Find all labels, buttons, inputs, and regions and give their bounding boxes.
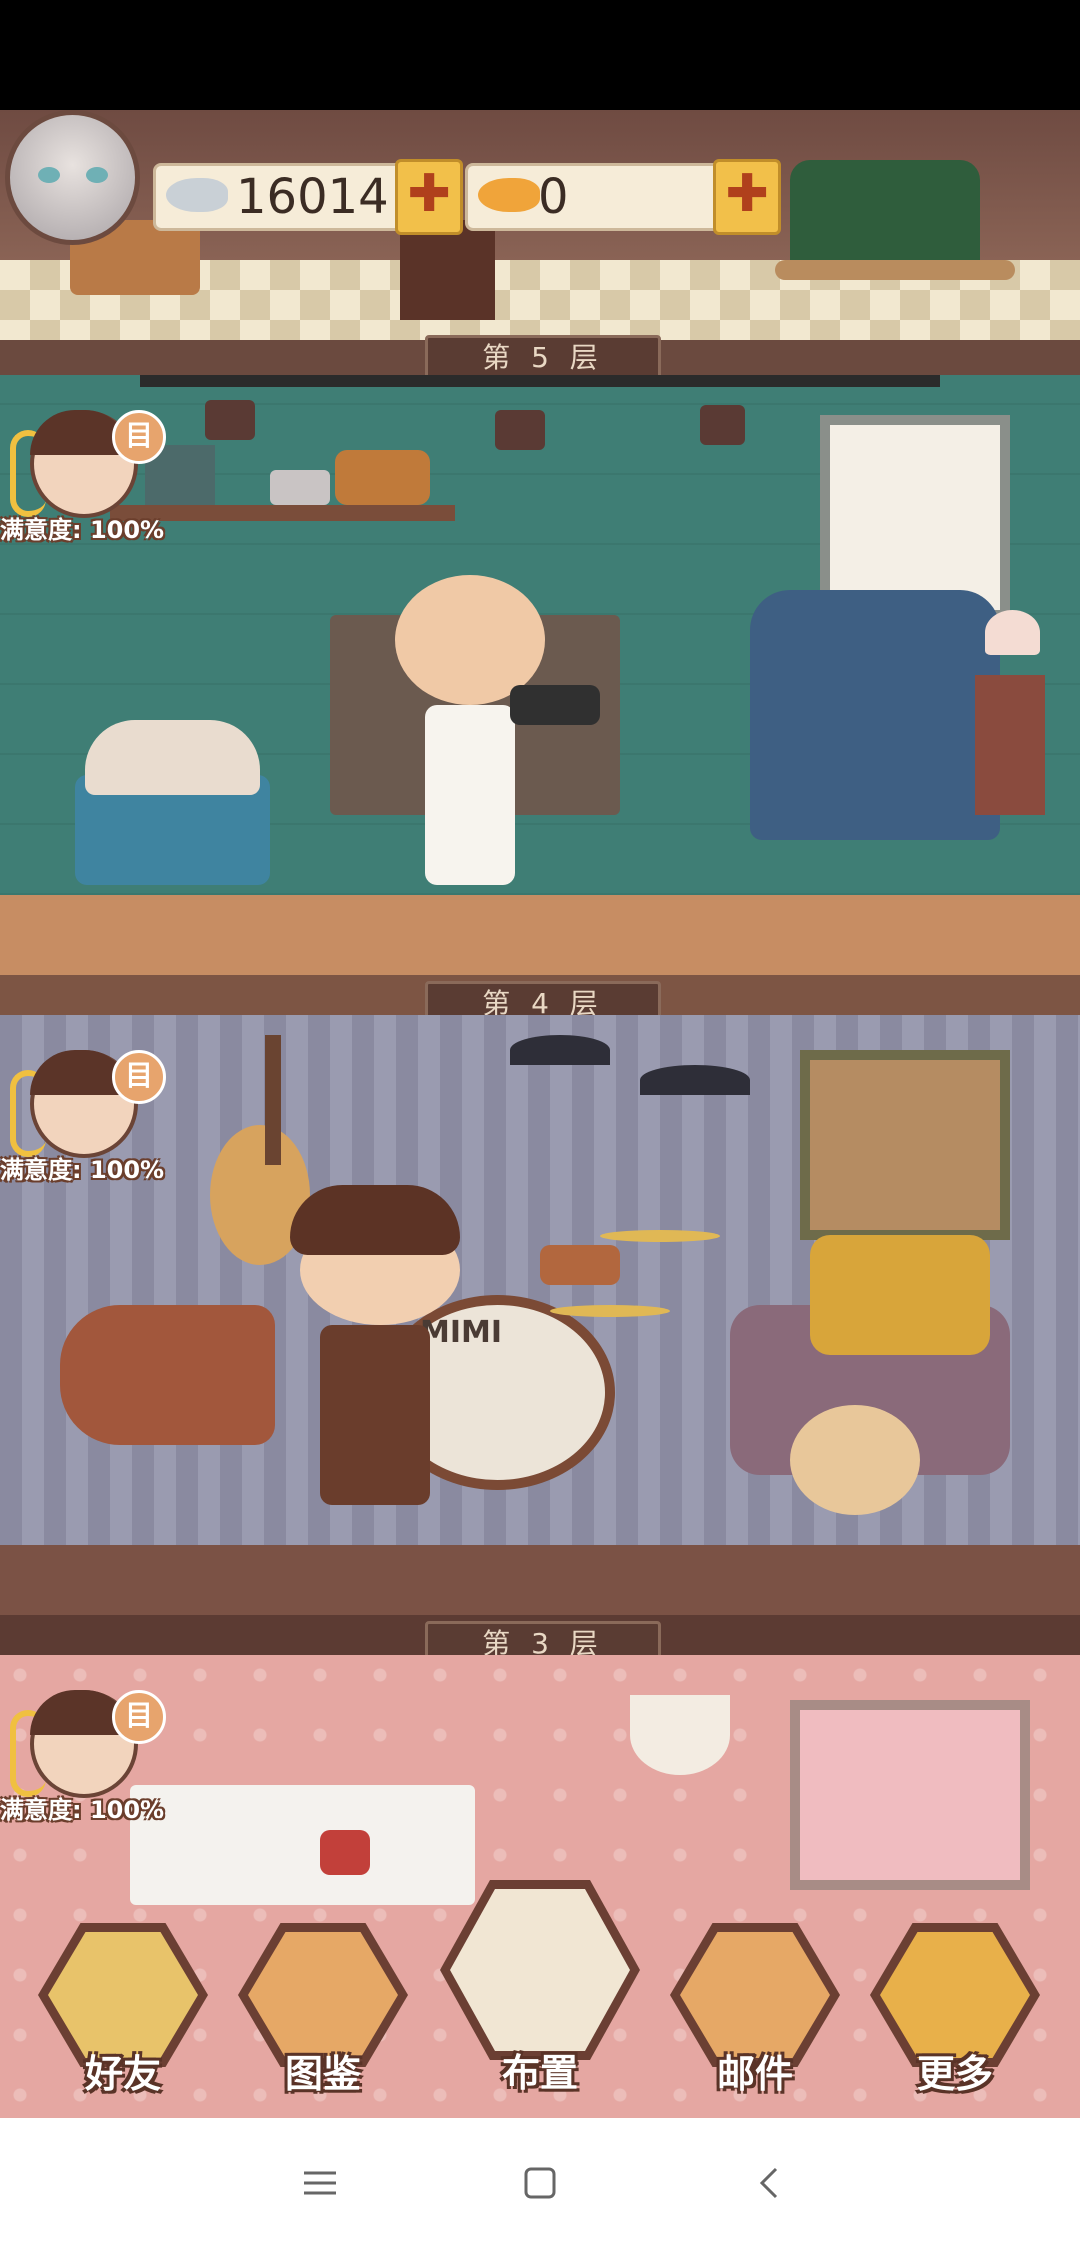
- system-navigation-bar: [0, 2118, 1080, 2248]
- musician-hair: [290, 1185, 460, 1255]
- back-icon[interactable]: [750, 2163, 790, 2203]
- silver-fish-icon: [166, 178, 228, 212]
- cymbal[interactable]: [550, 1305, 670, 1317]
- light-rail: [140, 375, 940, 387]
- snare-drum[interactable]: [540, 1245, 620, 1285]
- gold-fish-value: 0: [538, 169, 569, 225]
- catalog-label: 图鉴: [284, 2052, 361, 2096]
- gold-fish-icon: [478, 178, 540, 212]
- resident-satisfaction-badge[interactable]: 目 满意度: 100%: [0, 410, 200, 560]
- game-scene[interactable]: 第 5 层 第 4 层 目 满意度: 100% MIMI 第 3 层 目 满意度…: [0, 110, 1080, 2118]
- notebook-icon[interactable]: 目: [112, 1690, 166, 1744]
- friends-label: 好友: [84, 2052, 161, 2096]
- bag[interactable]: [335, 450, 430, 505]
- floor-3-ground: [0, 1545, 1080, 1615]
- menu-icon[interactable]: [300, 2163, 340, 2203]
- ceiling-lamp: [510, 1035, 610, 1065]
- cat-portrait[interactable]: [800, 1050, 1010, 1240]
- camera[interactable]: [270, 470, 330, 505]
- guitar-case[interactable]: [60, 1305, 275, 1445]
- mail-button[interactable]: 邮件: [670, 1915, 840, 2096]
- jar[interactable]: [320, 1830, 370, 1875]
- green-armchair[interactable]: [790, 160, 980, 270]
- photographer-body[interactable]: [425, 705, 515, 885]
- friends-button[interactable]: 好友: [38, 1915, 208, 2096]
- home-icon[interactable]: [520, 2163, 560, 2203]
- more-button[interactable]: 更多: [870, 1915, 1040, 2096]
- status-bar: [0, 0, 1080, 110]
- satisfaction-text: 满意度: 100%: [0, 1156, 165, 1184]
- ceiling-lamp: [640, 1065, 750, 1095]
- cushion: [810, 1235, 990, 1355]
- silver-fish-value: 16014: [236, 169, 389, 225]
- catalog-button[interactable]: 图鉴: [238, 1915, 408, 2096]
- cat-on-suitcase[interactable]: [85, 720, 260, 795]
- side-table: [975, 675, 1045, 815]
- resident-satisfaction-badge[interactable]: 目 满意度: 100%: [0, 1050, 200, 1200]
- blue-armchair[interactable]: [750, 590, 1000, 840]
- more-label: 更多: [916, 2052, 993, 2096]
- add-silver-fish-button[interactable]: ✚: [395, 159, 463, 235]
- pendant-lamp: [630, 1695, 730, 1775]
- notebook-icon[interactable]: 目: [112, 1050, 166, 1104]
- satisfaction-text: 满意度: 100%: [0, 516, 165, 544]
- musician-body[interactable]: [320, 1325, 430, 1505]
- pug-cat[interactable]: [790, 1405, 920, 1515]
- spotlight: [700, 405, 745, 445]
- cymbal[interactable]: [600, 1230, 720, 1242]
- decorate-button[interactable]: 布置: [440, 1870, 640, 2100]
- decorate-label: 布置: [501, 2051, 578, 2095]
- spotlight: [205, 400, 255, 440]
- satisfaction-text: 满意度: 100%: [0, 1796, 165, 1824]
- camera-lens: [510, 685, 600, 725]
- table-lamp[interactable]: [985, 610, 1040, 655]
- framed-picture[interactable]: [790, 1700, 1030, 1890]
- silver-fish-currency: 16014: [153, 163, 409, 231]
- spotlight: [495, 410, 545, 450]
- avatar-eyes: [38, 167, 108, 183]
- resident-satisfaction-badge[interactable]: 目 满意度: 100%: [0, 1690, 200, 1840]
- add-gold-fish-button[interactable]: ✚: [713, 159, 781, 235]
- resident-figure[interactable]: [400, 220, 495, 320]
- mail-label: 邮件: [716, 2052, 793, 2096]
- gold-fish-currency: 0: [465, 163, 721, 231]
- guitar-neck: [265, 1035, 281, 1165]
- floor-4[interactable]: 第 4 层 目 满意度: 100%: [0, 375, 1080, 1027]
- floor-5[interactable]: 第 5 层: [0, 110, 1080, 381]
- player-avatar[interactable]: [5, 110, 140, 245]
- drum-brand-text: MIMI: [420, 1315, 503, 1350]
- floor-4-ground: [0, 895, 1080, 975]
- notebook-icon[interactable]: 目: [112, 410, 166, 464]
- floor-3[interactable]: MIMI 第 3 层 目 满意度: 100%: [0, 1015, 1080, 1667]
- rug: [775, 260, 1015, 280]
